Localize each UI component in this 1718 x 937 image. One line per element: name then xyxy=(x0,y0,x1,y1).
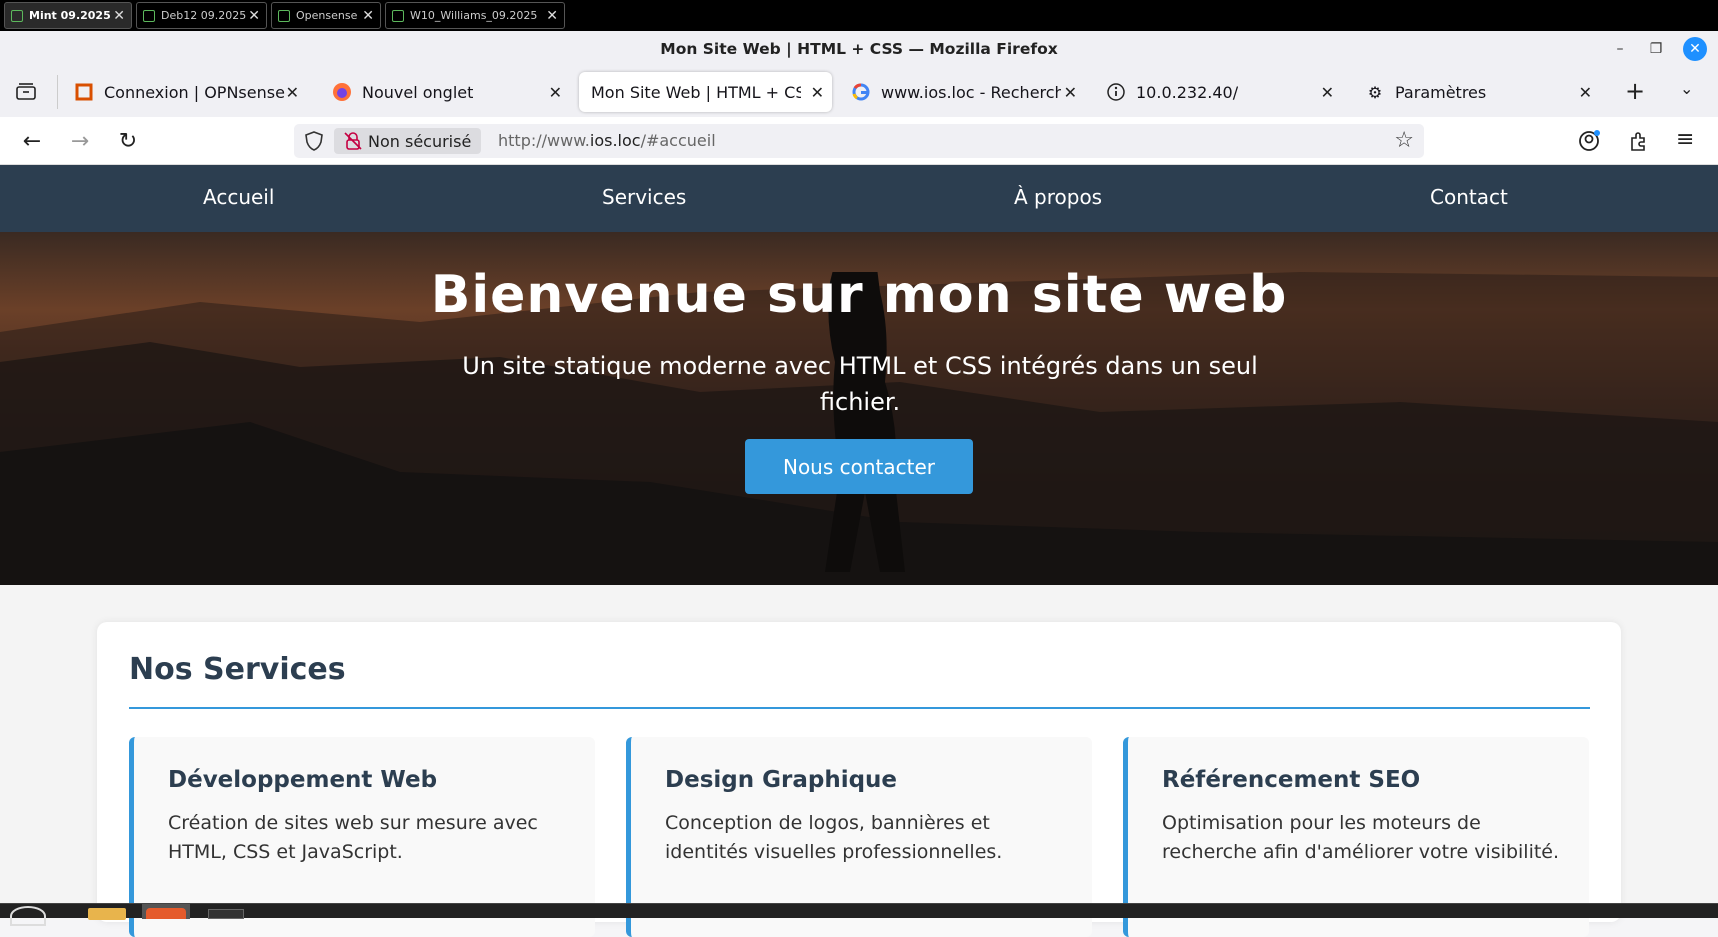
shield-icon[interactable] xyxy=(304,130,324,156)
gear-icon: ⚙ xyxy=(1367,82,1383,102)
close-icon[interactable]: ✕ xyxy=(248,8,260,24)
main-content: Nos Services Développement Web Création … xyxy=(0,585,1718,937)
close-tab-icon[interactable]: ✕ xyxy=(1579,83,1592,102)
vm-tab-label: Mint 09.2025 xyxy=(29,9,111,22)
url-text[interactable]: http://www.ios.loc/#accueil xyxy=(498,131,716,150)
url-prefix: http://www. xyxy=(498,131,590,150)
url-bar[interactable]: Non sécurisé http://www.ios.loc/#accueil… xyxy=(294,124,1424,158)
security-indicator[interactable]: Non sécurisé xyxy=(334,128,482,154)
url-domain: ios.loc xyxy=(589,131,641,150)
site-navigation: Accueil Services À propos Contact xyxy=(0,165,1718,232)
tab-groups-icon[interactable] xyxy=(15,81,37,101)
divider xyxy=(57,75,58,109)
tab-label: www.ios.loc - Recherche Google xyxy=(881,82,1061,102)
tab-label: Mon Site Web | HTML + CSS xyxy=(591,82,801,102)
tab-label: Connexion | OPNsense xyxy=(104,82,285,102)
service-text: Création de sites web sur mesure avec HT… xyxy=(168,812,538,863)
close-tab-icon[interactable]: ✕ xyxy=(1321,83,1334,102)
navigation-toolbar: ← → ↻ Non sécurisé http://www.ios.loc/#a… xyxy=(0,117,1718,165)
google-icon xyxy=(851,82,871,102)
close-window-icon[interactable]: ✕ xyxy=(1683,37,1707,61)
vm-tab-label: Opensense xyxy=(296,9,358,22)
os-taskbar xyxy=(0,903,1718,926)
taskbar-app-active[interactable] xyxy=(142,904,190,919)
close-icon[interactable]: ✕ xyxy=(113,8,125,24)
vm-icon xyxy=(392,9,404,22)
tab[interactable]: ⚙ Paramètres ✕ xyxy=(1353,72,1600,112)
tab[interactable]: Nouvel onglet ✕ xyxy=(320,72,570,112)
nav-link-services[interactable]: Services xyxy=(602,185,686,209)
window-titlebar: Mon Site Web | HTML + CSS — Mozilla Fire… xyxy=(0,31,1718,67)
window-title: Mon Site Web | HTML + CSS — Mozilla Fire… xyxy=(660,40,1058,58)
close-tab-icon[interactable]: ✕ xyxy=(1064,83,1077,102)
minimize-icon[interactable]: – xyxy=(1610,39,1630,59)
services-heading: Nos Services xyxy=(129,652,346,687)
security-label: Non sécurisé xyxy=(368,131,472,151)
firefox-icon xyxy=(332,82,352,102)
service-title: Référencement SEO xyxy=(1162,767,1421,793)
url-suffix: /#accueil xyxy=(640,131,716,150)
tab[interactable]: www.ios.loc - Recherche Google✕ xyxy=(839,72,1085,112)
vm-tab-label: W10_Williams_09.2025 xyxy=(410,9,538,22)
contact-button[interactable]: Nous contacter xyxy=(745,439,973,494)
tab-bar: Connexion | OPNsense ✕ Nouvel onglet ✕ Mon… xyxy=(0,67,1718,117)
vm-icon xyxy=(11,9,23,22)
close-tab-icon[interactable]: ✕ xyxy=(286,83,299,102)
heading-underline xyxy=(129,707,1590,709)
maximize-icon[interactable]: ❐ xyxy=(1646,39,1666,59)
nav-link-contact[interactable]: Contact xyxy=(1430,185,1508,209)
nav-link-a-propos[interactable]: À propos xyxy=(1014,185,1102,209)
chevron-down-icon[interactable]: ⌄ xyxy=(1680,79,1693,98)
extensions-icon[interactable] xyxy=(1627,129,1651,157)
opnsense-icon xyxy=(74,82,94,102)
vm-tab-bar: Mint 09.2025 ✕ Deb12 09.2025 ✕ Opensense ✕ … xyxy=(0,0,1718,31)
vm-tab[interactable]: Opensense ✕ xyxy=(271,2,381,29)
hero-section: Bienvenue sur mon site web Un site stati… xyxy=(0,232,1718,585)
service-text: Conception de logos, bannières et identi… xyxy=(665,812,1003,863)
start-menu-icon[interactable] xyxy=(10,906,46,926)
vm-tab[interactable]: Deb12 09.2025 ✕ xyxy=(136,2,267,29)
new-tab-icon[interactable]: + xyxy=(1625,77,1645,105)
close-tab-icon[interactable]: ✕ xyxy=(549,83,562,102)
tab-label: Paramètres xyxy=(1395,82,1487,102)
folder-icon[interactable] xyxy=(88,908,126,920)
tab-label: 10.0.232.40/ xyxy=(1136,82,1239,102)
service-title: Design Graphique xyxy=(665,767,898,793)
close-icon[interactable]: ✕ xyxy=(546,8,558,24)
vm-tab-label: Deb12 09.2025 xyxy=(161,9,247,22)
close-tab-icon[interactable]: ✕ xyxy=(811,83,824,102)
hero-subtitle: Un site statique moderne avec HTML et CS… xyxy=(462,352,1258,416)
forward-icon[interactable]: → xyxy=(68,129,92,154)
back-icon[interactable]: ← xyxy=(20,129,44,154)
tab[interactable]: 10.0.232.40/ ✕ xyxy=(1094,72,1342,112)
reload-icon[interactable]: ↻ xyxy=(116,129,140,154)
menu-icon[interactable]: ≡ xyxy=(1676,127,1694,152)
app-icon xyxy=(146,908,186,919)
vm-icon xyxy=(143,9,155,22)
bookmark-star-icon[interactable]: ☆ xyxy=(1394,128,1414,153)
tab-label: Nouvel onglet xyxy=(362,82,474,102)
service-text: Optimisation pour les moteurs de recherc… xyxy=(1162,812,1560,863)
vm-tab[interactable]: Mint 09.2025 ✕ xyxy=(4,2,132,29)
tab-active[interactable]: Mon Site Web | HTML + CSS ✕ xyxy=(579,72,832,112)
services-card: Nos Services Développement Web Création … xyxy=(97,622,1621,937)
info-icon xyxy=(1106,82,1126,102)
nav-link-accueil[interactable]: Accueil xyxy=(203,185,274,209)
vm-icon xyxy=(278,9,290,22)
account-icon[interactable] xyxy=(1577,129,1601,157)
hero-title: Bienvenue sur mon site web xyxy=(430,265,1288,325)
vm-tab[interactable]: W10_Williams_09.2025 ✕ xyxy=(385,2,565,29)
tab[interactable]: Connexion | OPNsense ✕ xyxy=(62,72,307,112)
service-title: Développement Web xyxy=(168,767,438,793)
close-icon[interactable]: ✕ xyxy=(362,8,374,24)
insecure-lock-icon xyxy=(344,132,362,154)
